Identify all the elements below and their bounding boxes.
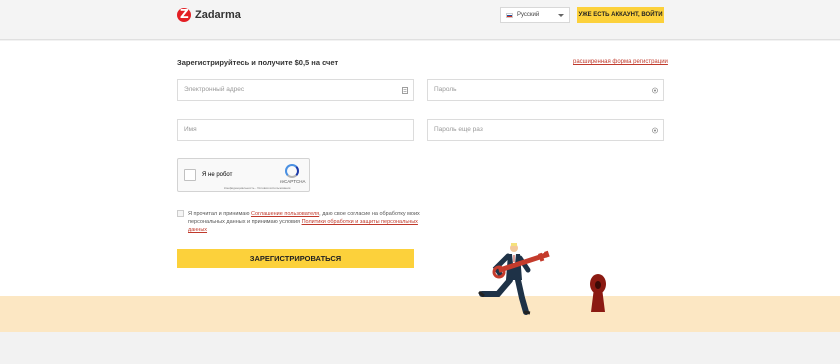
header: Zadarma Русский УЖЕ ЕСТЬ АККАУНТ, ВОЙТИ — [0, 0, 840, 40]
form-title: Зарегистрируйтесь и получите $0,5 на сче… — [177, 58, 339, 67]
recaptcha-terms[interactable]: Конфиденциальность - Условия использован… — [224, 186, 290, 190]
name-field[interactable]: Имя — [177, 119, 414, 141]
login-button[interactable]: УЖЕ ЕСТЬ АККАУНТ, ВОЙТИ — [577, 7, 664, 23]
consent-text: Я прочитал и принимаю Соглашение пользов… — [188, 210, 422, 234]
password-field[interactable]: Пароль — [427, 79, 664, 101]
register-button[interactable]: ЗАРЕГИСТРИРОВАТЬСЯ — [177, 249, 414, 268]
recaptcha-logo-icon — [285, 164, 299, 178]
recaptcha-brand: reCAPTCHA — [280, 179, 306, 184]
contact-card-icon — [402, 87, 408, 94]
consent-text-part: Я прочитал и принимаю — [188, 211, 251, 217]
recaptcha-label: Я не робот — [202, 172, 233, 178]
chevron-down-icon — [558, 14, 564, 17]
logo[interactable]: Zadarma — [177, 7, 241, 22]
logo-text: Zadarma — [195, 9, 241, 21]
password-placeholder: Пароль — [434, 86, 457, 93]
email-placeholder: Электронный адрес — [184, 86, 245, 93]
password-repeat-placeholder: Пароль еще раз — [434, 126, 483, 133]
consent-checkbox[interactable] — [177, 210, 184, 217]
language-select[interactable]: Русский — [500, 7, 570, 23]
language-label: Русский — [517, 12, 540, 18]
name-placeholder: Имя — [184, 126, 197, 133]
recaptcha-widget: Я не робот reCAPTCHA Конфиденциальность … — [177, 158, 310, 192]
footer-band — [0, 332, 840, 364]
zadarma-logo-icon — [177, 7, 191, 22]
registration-panel — [0, 41, 840, 296]
password-repeat-field[interactable]: Пароль еще раз — [427, 119, 664, 141]
recaptcha-checkbox[interactable] — [184, 169, 196, 181]
man-with-key-illustration — [478, 243, 606, 315]
user-agreement-link[interactable]: Соглашение пользователя — [251, 211, 319, 217]
eye-icon[interactable] — [652, 87, 658, 94]
email-field[interactable]: Электронный адрес — [177, 79, 414, 101]
extended-registration-link[interactable]: расширенная форма регистрации — [573, 59, 668, 65]
eye-icon[interactable] — [652, 127, 658, 134]
ground-strip — [0, 296, 840, 332]
russia-flag-icon — [506, 12, 513, 18]
